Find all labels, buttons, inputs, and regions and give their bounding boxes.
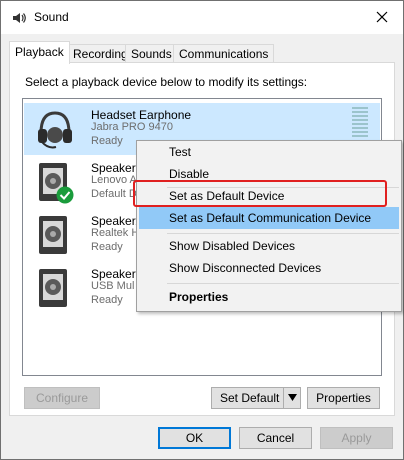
device-status: Default D <box>91 188 137 200</box>
volume-meter <box>352 107 368 137</box>
chevron-down-icon[interactable] <box>288 394 297 402</box>
device-name: Speakers <box>91 267 142 281</box>
device-description: Realtek H <box>91 227 140 239</box>
close-icon <box>376 11 388 23</box>
device-context-menu: Test Disable Set as Default Device Set a… <box>136 140 402 312</box>
menu-item-show-disconnected-devices[interactable]: Show Disconnected Devices <box>139 257 399 279</box>
headset-icon <box>38 111 72 149</box>
device-description: Jabra PRO 9470 <box>91 121 173 133</box>
menu-separator <box>167 233 399 234</box>
default-check-icon <box>56 186 74 204</box>
window-title: Sound <box>34 10 69 24</box>
speaker-device-icon <box>39 269 67 307</box>
menu-item-test[interactable]: Test <box>139 141 399 163</box>
set-default-label: Set Default <box>220 391 280 405</box>
cancel-button[interactable]: Cancel <box>239 427 312 449</box>
configure-button[interactable]: Configure <box>24 387 100 409</box>
menu-separator <box>167 283 399 284</box>
tab-sounds[interactable]: Sounds <box>125 44 178 63</box>
device-status: Ready <box>91 241 123 253</box>
device-status: Ready <box>91 294 123 306</box>
menu-item-set-default-communication-device[interactable]: Set as Default Communication Device <box>139 207 399 229</box>
set-default-button[interactable]: Set Default <box>211 387 301 409</box>
speaker-device-icon <box>39 216 67 254</box>
device-name: Headset Earphone <box>91 108 192 122</box>
ok-button[interactable]: OK <box>158 427 231 449</box>
instructions-text: Select a playback device below to modify… <box>25 75 308 89</box>
tab-recording[interactable]: Recording <box>67 44 134 63</box>
properties-button[interactable]: Properties <box>307 387 380 409</box>
apply-button[interactable]: Apply <box>320 427 393 449</box>
tab-playback[interactable]: Playback <box>9 41 70 64</box>
menu-item-show-disabled-devices[interactable]: Show Disabled Devices <box>139 235 399 257</box>
tab-communications[interactable]: Communications <box>173 44 275 63</box>
menu-item-properties[interactable]: Properties <box>139 286 399 308</box>
device-name: Speakers <box>91 161 142 175</box>
annotation-highlight-box <box>133 180 387 207</box>
device-name: Speaker/ <box>91 214 140 228</box>
device-description: Lenovo A <box>91 174 137 186</box>
title-bar: Sound <box>1 1 403 34</box>
device-status: Ready <box>91 135 123 147</box>
device-description: USB Mul <box>91 280 135 292</box>
close-button[interactable] <box>369 6 395 28</box>
speaker-icon <box>13 13 26 23</box>
